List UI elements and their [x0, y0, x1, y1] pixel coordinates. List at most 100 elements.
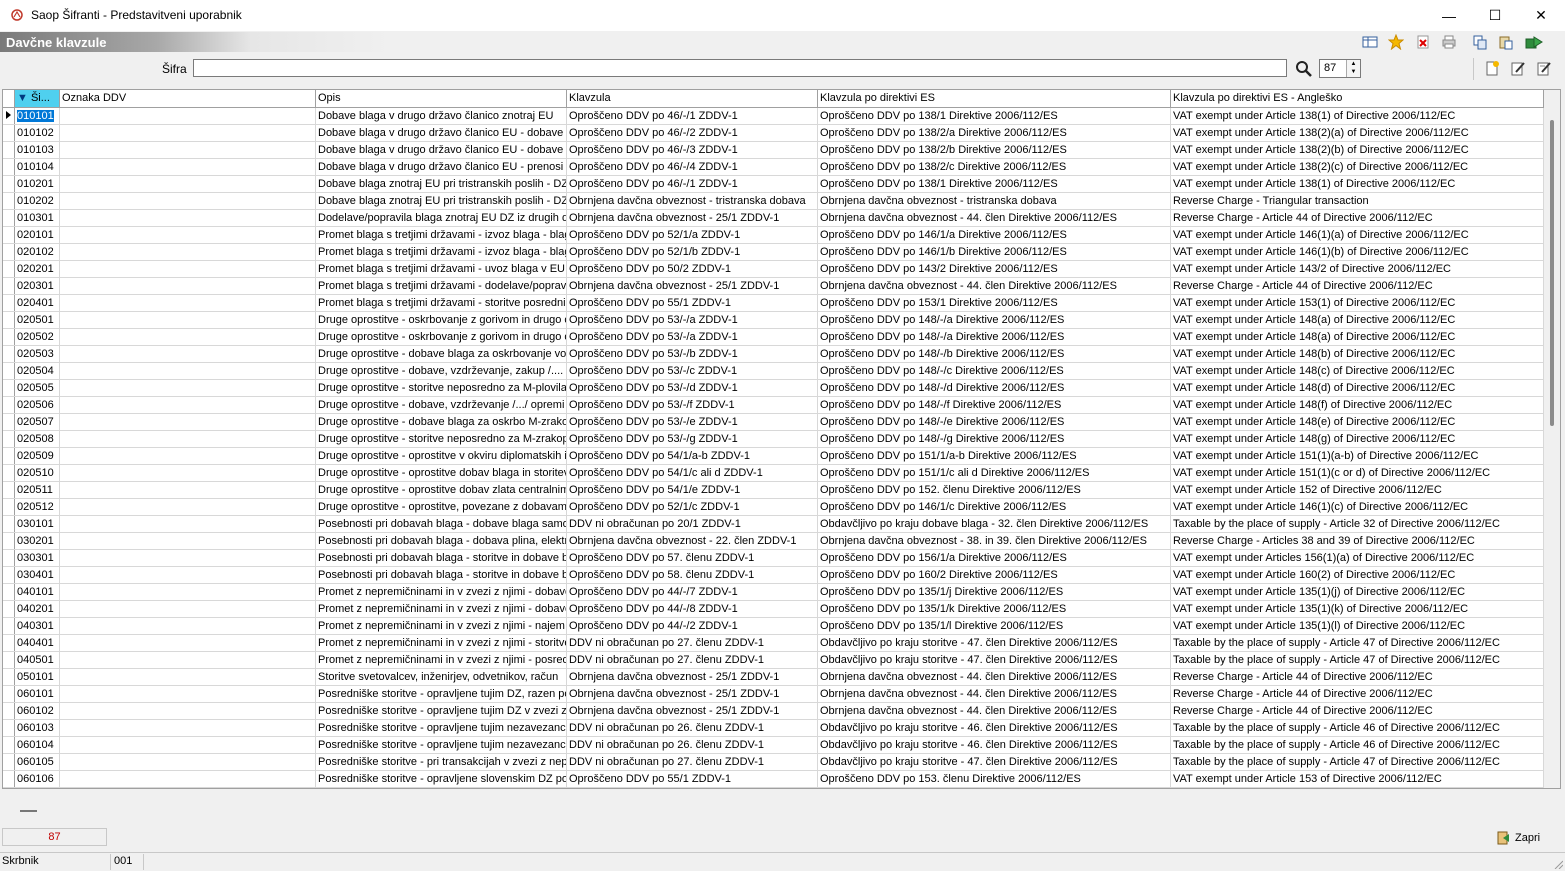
cell-clause-directive[interactable]: Oproščeno DDV po 135/1/l Direktive 2006/…	[818, 618, 1171, 634]
cell-clause-directive-en[interactable]: VAT exempt under Article 146(1)(c) of Di…	[1171, 499, 1544, 515]
cell-clause-directive-en[interactable]: VAT exempt under Article 148(b) of Direc…	[1171, 346, 1544, 362]
cell-description[interactable]: Promet z nepremičninami in v zvezi z nji…	[316, 584, 567, 600]
cell-clause-directive[interactable]: Obdavčljivo po kraju storitve - 47. člen…	[818, 754, 1171, 770]
cell-clause[interactable]: Oproščeno DDV po 58. členu ZDDV-1	[567, 567, 818, 583]
table-row[interactable]: 040501 Promet z nepremičninami in v zvezi…	[3, 652, 1544, 669]
cell-description[interactable]: Storitve svetovalcev, inženirjev, odvetn…	[316, 669, 567, 685]
resize-grip-icon[interactable]	[1553, 859, 1563, 869]
cell-vat-tag[interactable]	[60, 652, 316, 668]
cell-code[interactable]: 020301	[15, 278, 60, 294]
cell-clause-directive-en[interactable]: VAT exempt under Articles 156(1)(a) of D…	[1171, 550, 1544, 566]
cell-clause-directive-en[interactable]: VAT exempt under Article 152 of Directiv…	[1171, 482, 1544, 498]
copy-button[interactable]	[1470, 32, 1490, 52]
stepper-buttons[interactable]: ▲ ▼	[1346, 60, 1360, 77]
cell-clause-directive[interactable]: Oproščeno DDV po 148/-/b Direktive 2006/…	[818, 346, 1171, 362]
cell-vat-tag[interactable]	[60, 771, 316, 787]
cell-code[interactable]: 050101	[15, 669, 60, 685]
cell-description[interactable]: Dobave blaga znotraj EU pri tristranskih…	[316, 176, 567, 192]
cell-clause-directive[interactable]: Oproščeno DDV po 148/-/a Direktive 2006/…	[818, 329, 1171, 345]
cell-description[interactable]: Posredniške storitve - opravljene tujim …	[316, 703, 567, 719]
cell-clause[interactable]: Obrnjena davčna obveznost - 25/1 ZDDV-1	[567, 686, 818, 702]
cell-clause-directive[interactable]: Oproščeno DDV po 152. členu Direktive 20…	[818, 482, 1171, 498]
cell-description[interactable]: Promet z nepremičninami in v zvezi z nji…	[316, 618, 567, 634]
cell-clause[interactable]: Oproščeno DDV po 46/-/2 ZDDV-1	[567, 125, 818, 141]
cell-vat-tag[interactable]	[60, 550, 316, 566]
cell-description[interactable]: Druge oprostitve - dobave, vzdrževanje, …	[316, 363, 567, 379]
row-indicator[interactable]	[3, 448, 15, 464]
cell-vat-tag[interactable]	[60, 159, 316, 175]
cell-clause[interactable]: Oproščeno DDV po 53/-/d ZDDV-1	[567, 380, 818, 396]
cell-clause-directive[interactable]: Obrnjena davčna obveznost - 44. člen Dir…	[818, 210, 1171, 226]
cell-clause[interactable]: DDV ni obračunan po 26. členu ZDDV-1	[567, 737, 818, 753]
row-indicator[interactable]	[3, 176, 15, 192]
row-indicator[interactable]	[3, 686, 15, 702]
cell-clause[interactable]: Oproščeno DDV po 55/1 ZDDV-1	[567, 295, 818, 311]
row-indicator[interactable]	[3, 329, 15, 345]
cell-vat-tag[interactable]	[60, 380, 316, 396]
row-indicator[interactable]	[3, 244, 15, 260]
cell-code[interactable]: 030201	[15, 533, 60, 549]
cell-clause-directive-en[interactable]: VAT exempt under Article 138(1) of Direc…	[1171, 176, 1544, 192]
cell-clause-directive-en[interactable]: VAT exempt under Article 148(c) of Direc…	[1171, 363, 1544, 379]
cell-vat-tag[interactable]	[60, 482, 316, 498]
cell-vat-tag[interactable]	[60, 329, 316, 345]
table-row[interactable]: 060102 Posredniške storitve - opravljene …	[3, 703, 1544, 720]
cell-code[interactable]: 010102	[15, 125, 60, 141]
table-row[interactable]: 020507 Druge oprostitve - dobave blaga za…	[3, 414, 1544, 431]
table-row[interactable]: 040301 Promet z nepremičninami in v zvezi…	[3, 618, 1544, 635]
cell-description[interactable]: Druge oprostitve - dobave, vzdrževanje /…	[316, 397, 567, 413]
cell-clause[interactable]: Oproščeno DDV po 53/-/f ZDDV-1	[567, 397, 818, 413]
stepper-down-icon[interactable]: ▼	[1347, 68, 1360, 76]
cell-vat-tag[interactable]	[60, 244, 316, 260]
cell-description[interactable]: Druge oprostitve - oskrbovanje z gorivom…	[316, 329, 567, 345]
cell-clause[interactable]: Oproščeno DDV po 54/1/c ali d ZDDV-1	[567, 465, 818, 481]
edit-all-button[interactable]	[1536, 60, 1554, 78]
cell-code[interactable]: 020401	[15, 295, 60, 311]
cell-code[interactable]: 010201	[15, 176, 60, 192]
cell-vat-tag[interactable]	[60, 210, 316, 226]
cell-clause-directive-en[interactable]: VAT exempt under Article 160(2) of Direc…	[1171, 567, 1544, 583]
cell-clause[interactable]: Oproščeno DDV po 54/1/a-b ZDDV-1	[567, 448, 818, 464]
maximize-button[interactable]: ☐	[1472, 0, 1518, 31]
cell-vat-tag[interactable]	[60, 669, 316, 685]
cell-clause-directive[interactable]: Oproščeno DDV po 160/2 Direktive 2006/11…	[818, 567, 1171, 583]
cell-description[interactable]: Posredniške storitve - opravljene tujim …	[316, 686, 567, 702]
cell-clause-directive-en[interactable]: VAT exempt under Article 151(1)(a-b) of …	[1171, 448, 1544, 464]
cell-clause[interactable]: Oproščeno DDV po 46/-/1 ZDDV-1	[567, 108, 818, 124]
favorite-button[interactable]	[1386, 32, 1406, 52]
cell-description[interactable]: Dobave blaga v drugo državo članico EU -…	[316, 125, 567, 141]
cell-clause-directive[interactable]: Oproščeno DDV po 138/2/b Direktive 2006/…	[818, 142, 1171, 158]
row-indicator[interactable]	[3, 669, 15, 685]
cell-clause-directive[interactable]: Oproščeno DDV po 148/-/e Direktive 2006/…	[818, 414, 1171, 430]
cell-clause[interactable]: Oproščeno DDV po 53/-/a ZDDV-1	[567, 312, 818, 328]
cell-clause-directive-en[interactable]: VAT exempt under Article 138(1) of Direc…	[1171, 108, 1544, 124]
cell-vat-tag[interactable]	[60, 533, 316, 549]
column-header-code[interactable]: ▼ Ši...	[15, 90, 60, 107]
cell-clause-directive[interactable]: Oproščeno DDV po 153/1 Direktive 2006/11…	[818, 295, 1171, 311]
cell-clause-directive-en[interactable]: VAT exempt under Article 148(e) of Direc…	[1171, 414, 1544, 430]
cell-clause-directive[interactable]: Obrnjena davčna obveznost - 44. člen Dir…	[818, 703, 1171, 719]
delete-button[interactable]	[1413, 32, 1433, 52]
cell-clause[interactable]: Oproščeno DDV po 53/-/a ZDDV-1	[567, 329, 818, 345]
cell-clause[interactable]: Oproščeno DDV po 53/-/g ZDDV-1	[567, 431, 818, 447]
row-indicator[interactable]	[3, 159, 15, 175]
cell-clause-directive[interactable]: Obrnjena davčna obveznost - 38. in 39. č…	[818, 533, 1171, 549]
row-indicator[interactable]	[3, 125, 15, 141]
cell-clause-directive[interactable]: Oproščeno DDV po 146/1/a Direktive 2006/…	[818, 227, 1171, 243]
cell-description[interactable]: Dobave blaga v drugo državo članico znot…	[316, 108, 567, 124]
row-indicator[interactable]	[3, 533, 15, 549]
cell-clause-directive-en[interactable]: Reverse Charge - Article 44 of Directive…	[1171, 669, 1544, 685]
cell-clause-directive[interactable]: Oproščeno DDV po 138/2/c Direktive 2006/…	[818, 159, 1171, 175]
table-row[interactable]: 010102 Dobave blaga v drugo državo članic…	[3, 125, 1544, 142]
cell-description[interactable]: Promet blaga s tretjimi državami - uvoz …	[316, 261, 567, 277]
cell-clause-directive-en[interactable]: VAT exempt under Article 138(2)(b) of Di…	[1171, 142, 1544, 158]
row-indicator[interactable]	[3, 295, 15, 311]
cell-clause-directive[interactable]: Obdavčljivo po kraju dobave blaga - 32. …	[818, 516, 1171, 532]
row-count-stepper[interactable]: 87 ▲ ▼	[1319, 59, 1361, 78]
cell-clause-directive-en[interactable]: Reverse Charge - Article 44 of Directive…	[1171, 278, 1544, 294]
cell-clause-directive[interactable]: Oproščeno DDV po 138/1 Direktive 2006/11…	[818, 176, 1171, 192]
row-indicator[interactable]	[3, 516, 15, 532]
stepper-up-icon[interactable]: ▲	[1347, 60, 1360, 68]
table-row[interactable]: 010301 Dodelave/popravila blaga znotraj E…	[3, 210, 1544, 227]
paste-button[interactable]	[1496, 32, 1516, 52]
